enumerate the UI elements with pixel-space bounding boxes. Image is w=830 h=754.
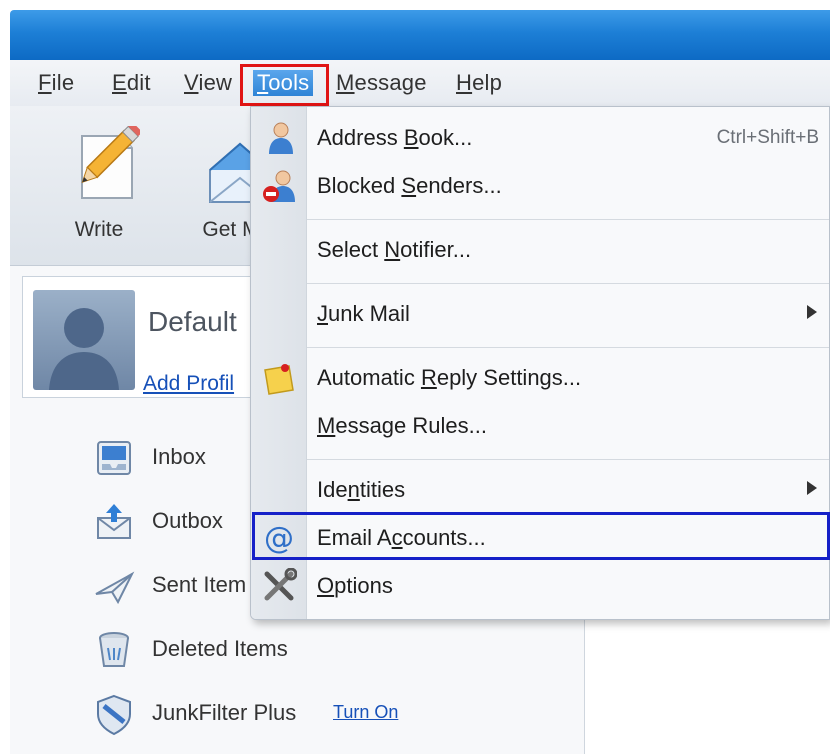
- email-accounts-highlight-frame: [252, 512, 830, 560]
- menu-separator: [307, 459, 829, 460]
- menu-item-automatic-reply[interactable]: Automatic Reply Settings...: [251, 355, 829, 401]
- sticky-note-icon: [264, 364, 294, 395]
- tools-highlight-frame: [240, 64, 329, 106]
- menu-help[interactable]: Help: [456, 70, 502, 96]
- folder-sent-label: Sent Item: [152, 572, 247, 597]
- outbox-icon: [97, 504, 131, 539]
- add-profile-link[interactable]: Add Profil: [143, 372, 234, 396]
- menu-file[interactable]: File: [38, 70, 74, 96]
- menu-separator: [307, 347, 829, 348]
- contact-icon: [269, 122, 293, 154]
- pencil-icon: [81, 126, 140, 199]
- menu-item-junk-mail[interactable]: Junk Mail: [251, 291, 829, 337]
- trash-bin-icon: [99, 632, 129, 667]
- menu-view[interactable]: View: [184, 70, 232, 96]
- write-label: Write: [74, 218, 124, 241]
- menu-separator: [307, 219, 829, 220]
- menu-item-blocked-senders[interactable]: Blocked Senders...: [251, 163, 829, 209]
- write-button[interactable]: Write: [54, 122, 144, 252]
- menu-message[interactable]: Message: [336, 70, 427, 96]
- folder-junkfilter-label: JunkFilter Plus: [152, 700, 297, 725]
- folder-outbox-label: Outbox: [152, 508, 223, 533]
- window-titlebar: [10, 10, 830, 60]
- folder-inbox-label: Inbox: [152, 444, 206, 469]
- folder-junkfilter[interactable]: JunkFilter Plus: [92, 692, 572, 736]
- avatar: [33, 290, 135, 390]
- submenu-arrow-icon: [807, 481, 817, 495]
- folder-deleted[interactable]: Deleted Items: [92, 628, 572, 672]
- person-silhouette-icon: [49, 308, 119, 390]
- paper-plane-icon: [95, 571, 135, 605]
- menu-item-identities[interactable]: Identities: [251, 467, 829, 513]
- profile-name: Default: [148, 306, 237, 337]
- turn-on-link[interactable]: Turn On: [333, 702, 398, 723]
- menu-bar: File Edit View Tools Message Help: [10, 60, 830, 106]
- inbox-icon: [97, 441, 131, 475]
- folder-deleted-label: Deleted Items: [152, 636, 288, 661]
- shield-icon: [97, 694, 131, 736]
- shortcut-label: Ctrl+Shift+B: [716, 127, 819, 148]
- submenu-arrow-icon: [807, 305, 817, 319]
- menu-edit[interactable]: Edit: [112, 70, 151, 96]
- menu-item-options[interactable]: Options: [251, 563, 829, 609]
- menu-item-message-rules[interactable]: Message Rules...: [251, 403, 829, 449]
- menu-separator: [307, 283, 829, 284]
- blocked-contact-icon: [263, 170, 295, 202]
- menu-item-select-notifier[interactable]: Select Notifier...: [251, 227, 829, 273]
- tools-icon: [264, 568, 297, 601]
- menu-item-address-book[interactable]: Address Book... Ctrl+Shift+B: [251, 115, 829, 161]
